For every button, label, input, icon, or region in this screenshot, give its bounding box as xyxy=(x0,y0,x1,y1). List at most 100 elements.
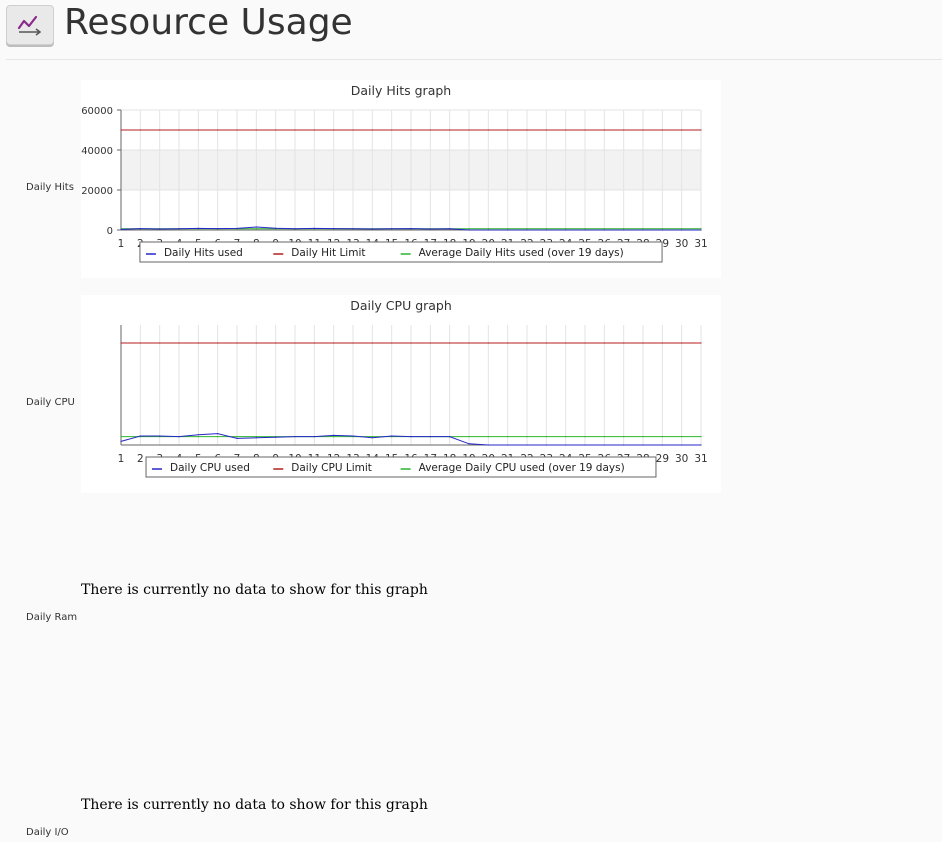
point-daily-cpu-used-4 xyxy=(178,436,180,438)
point-daily-cpu-limit-27 xyxy=(623,342,625,344)
point-daily-hit-limit-29 xyxy=(661,129,663,131)
point-daily-cpu-limit-26 xyxy=(603,342,605,344)
point-daily-hit-limit-18 xyxy=(449,129,451,131)
point-average-daily-cpu-used-over-19-days-22 xyxy=(526,436,528,438)
point-daily-cpu-used-29 xyxy=(661,444,663,446)
x-tick-label-30: 30 xyxy=(675,238,688,250)
point-daily-hit-limit-8 xyxy=(255,129,257,131)
point-daily-hits-used-15 xyxy=(391,228,393,230)
point-daily-cpu-used-2 xyxy=(139,435,141,437)
point-average-daily-cpu-used-over-19-days-19 xyxy=(468,436,470,438)
point-daily-hits-used-29 xyxy=(661,229,663,231)
point-daily-cpu-used-16 xyxy=(410,436,412,438)
point-average-daily-hits-used-over-19-days-25 xyxy=(584,228,586,230)
point-daily-cpu-limit-17 xyxy=(429,342,431,344)
daily-io-empty-message: There is currently no data to show for t… xyxy=(81,797,428,813)
point-daily-cpu-limit-18 xyxy=(449,342,451,344)
point-daily-hit-limit-17 xyxy=(429,129,431,131)
point-daily-cpu-limit-3 xyxy=(159,342,161,344)
point-daily-cpu-limit-2 xyxy=(139,342,141,344)
legend-label-daily-cpu-limit: Daily CPU Limit xyxy=(291,462,372,474)
point-daily-cpu-used-7 xyxy=(236,437,238,439)
legend-label-average-daily-cpu-used-over-19-days: Average Daily CPU used (over 19 days) xyxy=(419,462,625,474)
point-daily-cpu-limit-1 xyxy=(120,342,122,344)
point-daily-hit-limit-28 xyxy=(642,129,644,131)
point-average-daily-cpu-used-over-19-days-1 xyxy=(120,436,122,438)
point-average-daily-cpu-used-over-19-days-24 xyxy=(565,436,567,438)
row-label-daily-io: Daily I/O xyxy=(26,827,69,838)
point-daily-hit-limit-2 xyxy=(139,129,141,131)
point-daily-hits-used-13 xyxy=(352,228,354,230)
point-daily-cpu-limit-7 xyxy=(236,342,238,344)
point-daily-cpu-used-25 xyxy=(584,444,586,446)
point-daily-hits-used-2 xyxy=(139,228,141,230)
point-daily-hit-limit-27 xyxy=(623,129,625,131)
point-average-daily-cpu-used-over-19-days-23 xyxy=(545,436,547,438)
point-daily-hits-used-30 xyxy=(681,229,683,231)
point-daily-hits-used-17 xyxy=(429,228,431,230)
point-daily-hit-limit-23 xyxy=(545,129,547,131)
point-daily-hit-limit-12 xyxy=(333,129,335,131)
point-daily-hit-limit-7 xyxy=(236,129,238,131)
point-daily-hit-limit-25 xyxy=(584,129,586,131)
point-average-daily-cpu-used-over-19-days-28 xyxy=(642,436,644,438)
point-average-daily-cpu-used-over-19-days-7 xyxy=(236,436,238,438)
point-daily-cpu-used-10 xyxy=(294,436,296,438)
point-daily-cpu-used-23 xyxy=(545,444,547,446)
point-daily-cpu-used-21 xyxy=(507,444,509,446)
point-daily-cpu-used-13 xyxy=(352,435,354,437)
point-average-daily-hits-used-over-19-days-21 xyxy=(507,228,509,230)
point-daily-cpu-used-20 xyxy=(487,444,489,446)
point-daily-hit-limit-6 xyxy=(217,129,219,131)
point-daily-hits-used-19 xyxy=(468,229,470,231)
point-daily-hits-used-31 xyxy=(700,229,702,231)
point-daily-hit-limit-20 xyxy=(487,129,489,131)
point-daily-cpu-used-22 xyxy=(526,444,528,446)
point-average-daily-cpu-used-over-19-days-26 xyxy=(603,436,605,438)
x-tick-label-1: 1 xyxy=(118,238,125,250)
row-label-daily-ram: Daily Ram xyxy=(26,612,78,623)
point-daily-cpu-used-8 xyxy=(255,437,257,439)
point-daily-cpu-limit-9 xyxy=(275,342,277,344)
point-daily-hit-limit-26 xyxy=(603,129,605,131)
point-average-daily-cpu-used-over-19-days-29 xyxy=(661,436,663,438)
point-daily-cpu-limit-14 xyxy=(371,342,373,344)
point-daily-cpu-limit-23 xyxy=(545,342,547,344)
point-daily-hits-used-24 xyxy=(565,229,567,231)
point-average-daily-hits-used-over-19-days-24 xyxy=(565,228,567,230)
point-daily-hits-used-4 xyxy=(178,228,180,230)
point-daily-cpu-limit-15 xyxy=(391,342,393,344)
point-daily-cpu-used-28 xyxy=(642,444,644,446)
header-divider xyxy=(6,59,942,60)
point-average-daily-cpu-used-over-19-days-20 xyxy=(487,436,489,438)
legend-label-daily-hit-limit: Daily Hit Limit xyxy=(291,247,365,259)
point-daily-cpu-used-3 xyxy=(159,435,161,437)
point-daily-cpu-used-5 xyxy=(197,434,199,436)
point-average-daily-cpu-used-over-19-days-8 xyxy=(255,436,257,438)
point-daily-cpu-limit-24 xyxy=(565,342,567,344)
point-daily-cpu-limit-12 xyxy=(333,342,335,344)
point-daily-hits-used-5 xyxy=(197,227,199,229)
point-daily-cpu-limit-6 xyxy=(217,342,219,344)
point-daily-cpu-limit-20 xyxy=(487,342,489,344)
point-daily-cpu-used-14 xyxy=(371,437,373,439)
point-daily-hit-limit-15 xyxy=(391,129,393,131)
point-daily-cpu-used-30 xyxy=(681,444,683,446)
page-title: Resource Usage xyxy=(64,2,353,43)
daily-cpu-chart: Daily CPU graph1234567891011121314151617… xyxy=(118,298,708,478)
point-daily-hit-limit-21 xyxy=(507,129,509,131)
resource-usage-button[interactable] xyxy=(6,5,54,45)
x-tick-label-31: 31 xyxy=(694,453,707,465)
point-daily-hits-used-8 xyxy=(255,226,257,228)
point-daily-cpu-limit-16 xyxy=(410,342,412,344)
daily-hits-chart: Daily Hits graph020000400006000012345678… xyxy=(81,83,708,263)
point-daily-cpu-limit-30 xyxy=(681,342,683,344)
point-daily-cpu-used-17 xyxy=(429,436,431,438)
point-average-daily-hits-used-over-19-days-29 xyxy=(661,228,663,230)
point-daily-hits-used-23 xyxy=(545,229,547,231)
point-average-daily-hits-used-over-19-days-19 xyxy=(468,228,470,230)
chart-title: Daily Hits graph xyxy=(351,83,451,98)
y-tick-label: 60000 xyxy=(81,106,113,117)
point-average-daily-cpu-used-over-19-days-5 xyxy=(197,436,199,438)
point-daily-cpu-used-6 xyxy=(217,433,219,435)
